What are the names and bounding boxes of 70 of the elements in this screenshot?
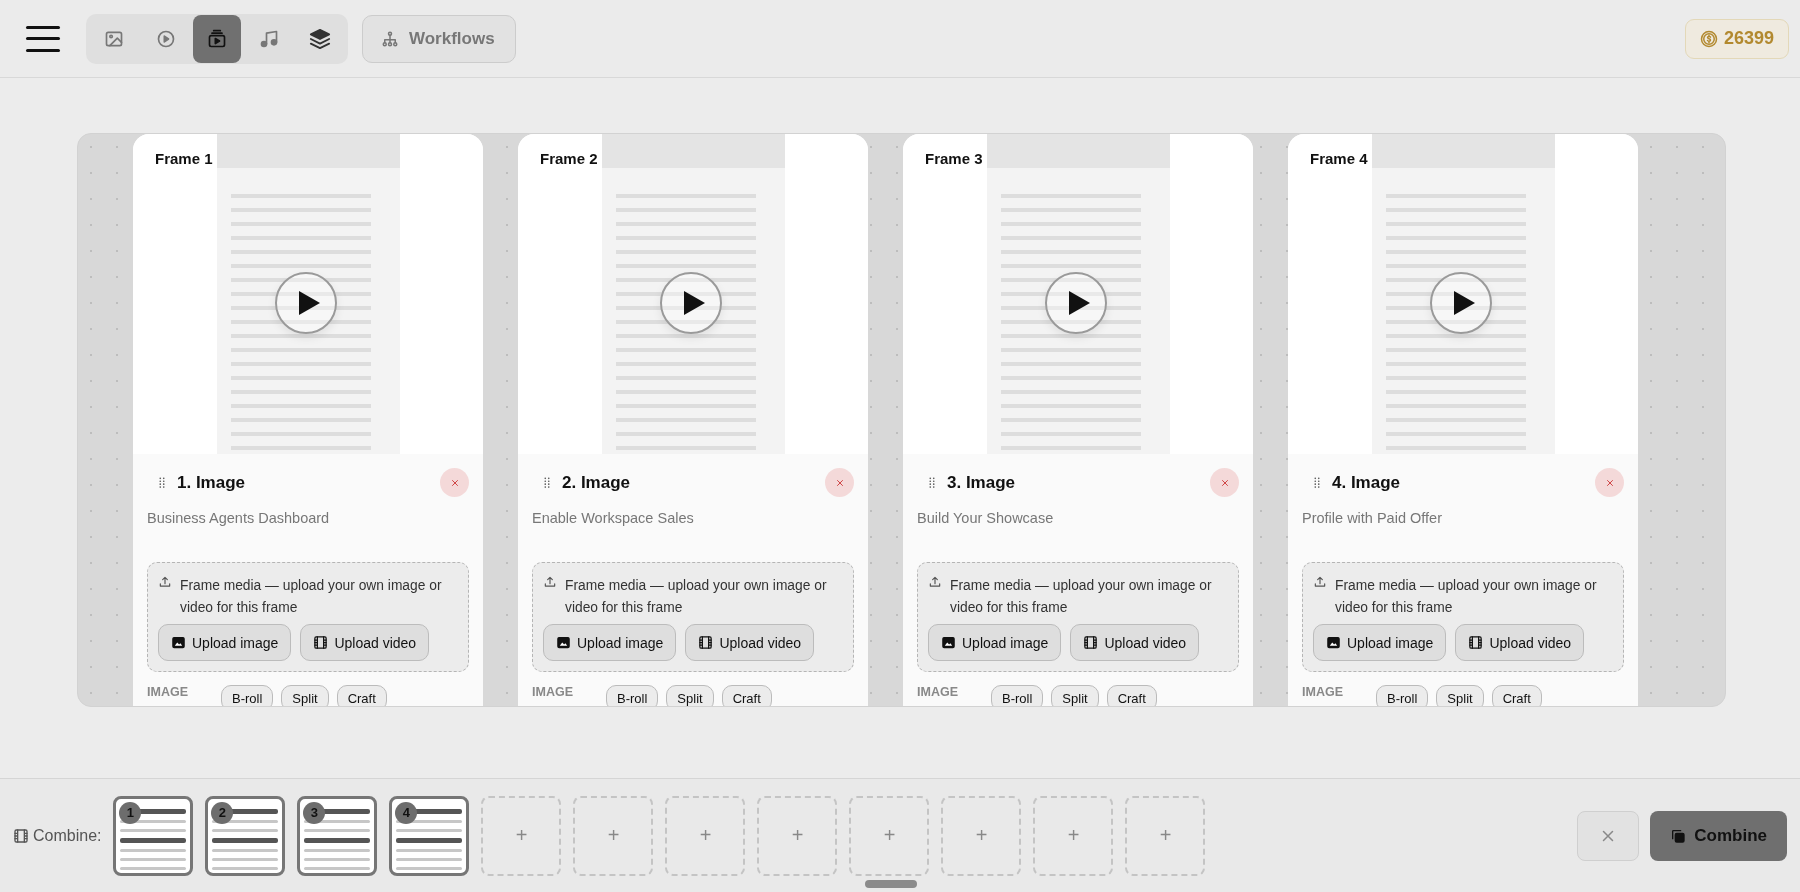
option-chip[interactable]: B-roll xyxy=(221,685,274,706)
upload-icon xyxy=(158,575,172,589)
upload-hint: Frame media — upload your own image or video for this frame xyxy=(1335,577,1598,617)
film-icon xyxy=(13,827,29,844)
frame-title: 3. Image xyxy=(947,472,1016,493)
upload-image-button[interactable]: Upload image xyxy=(1313,624,1447,661)
section-label: IMAGE xyxy=(1302,685,1344,699)
frame-subtitle: Enable Workspace Sales xyxy=(532,510,695,528)
frame-subtitle: Business Agents Dashboard xyxy=(147,510,331,528)
option-chip[interactable]: Split xyxy=(1436,685,1484,706)
upload-icon xyxy=(1313,575,1327,589)
frame-title: 1. Image xyxy=(177,472,246,493)
play-icon xyxy=(1066,290,1091,316)
frame-title: 2. Image xyxy=(562,472,631,493)
film-icon xyxy=(313,635,329,650)
image-icon xyxy=(941,635,956,650)
image-icon xyxy=(171,635,186,650)
option-chip[interactable]: Craft xyxy=(336,685,387,706)
play-icon xyxy=(296,290,321,316)
option-chip[interactable]: B-roll xyxy=(1376,685,1429,706)
upload-image-button[interactable]: Upload image xyxy=(158,624,292,661)
music-note-icon xyxy=(258,28,279,49)
option-chip[interactable]: Split xyxy=(281,685,329,706)
frame-thumbnail[interactable]: 3 xyxy=(297,795,378,876)
film-icon xyxy=(1083,635,1099,650)
play-circle-icon xyxy=(155,28,176,49)
combine-button[interactable]: Combine xyxy=(1650,810,1787,861)
option-chip[interactable]: B-roll xyxy=(606,685,659,706)
image-icon xyxy=(1326,635,1341,650)
option-chip[interactable]: Craft xyxy=(721,685,772,706)
coin-balance: 26399 xyxy=(1684,18,1789,59)
film-icon xyxy=(698,635,714,650)
option-chip[interactable]: B-roll xyxy=(991,685,1044,706)
frame-subtitle: Profile with Paid Offer xyxy=(1302,510,1443,528)
copy-icon xyxy=(1670,827,1687,844)
menu-button[interactable] xyxy=(26,25,60,52)
play-icon xyxy=(681,290,706,316)
option-chip[interactable]: Craft xyxy=(1491,685,1542,706)
option-chip[interactable]: Split xyxy=(666,685,714,706)
frame-thumbnail[interactable]: 1 xyxy=(113,795,194,876)
upload-icon xyxy=(543,575,557,589)
section-label: IMAGE xyxy=(147,685,189,699)
scroll-handle[interactable] xyxy=(865,879,918,888)
media-tab[interactable] xyxy=(193,14,241,63)
upload-image-button[interactable]: Upload image xyxy=(928,624,1062,661)
combine-label: Combine: xyxy=(33,826,102,845)
section-label: IMAGE xyxy=(917,685,959,699)
option-chip[interactable]: Craft xyxy=(1106,685,1157,706)
frame-thumbnail[interactable]: 4 xyxy=(389,795,470,876)
coin-icon xyxy=(1699,29,1718,48)
upload-video-button[interactable]: Upload video xyxy=(1455,624,1585,661)
play-icon xyxy=(1451,290,1476,316)
upload-video-button[interactable]: Upload video xyxy=(685,624,815,661)
upload-icon xyxy=(928,575,942,589)
frame-title: 4. Image xyxy=(1332,472,1401,493)
option-chip[interactable]: Split xyxy=(1051,685,1099,706)
frame-thumbnail[interactable]: 2 xyxy=(205,795,286,876)
upload-hint: Frame media — upload your own image or video for this frame xyxy=(950,577,1213,617)
frame-subtitle: Build Your Showcase xyxy=(917,510,1055,528)
layers-icon xyxy=(309,27,331,50)
workflow-icon xyxy=(381,29,399,48)
film-icon xyxy=(1468,635,1484,650)
upload-hint: Frame media — upload your own image or video for this frame xyxy=(180,577,443,617)
upload-image-button[interactable]: Upload image xyxy=(543,624,677,661)
upload-video-button[interactable]: Upload video xyxy=(300,624,430,661)
section-label: IMAGE xyxy=(532,685,574,699)
image-icon xyxy=(556,635,571,650)
upload-hint: Frame media — upload your own image or video for this frame xyxy=(565,577,828,617)
slideshow-icon xyxy=(207,28,227,49)
upload-video-button[interactable]: Upload video xyxy=(1070,624,1200,661)
